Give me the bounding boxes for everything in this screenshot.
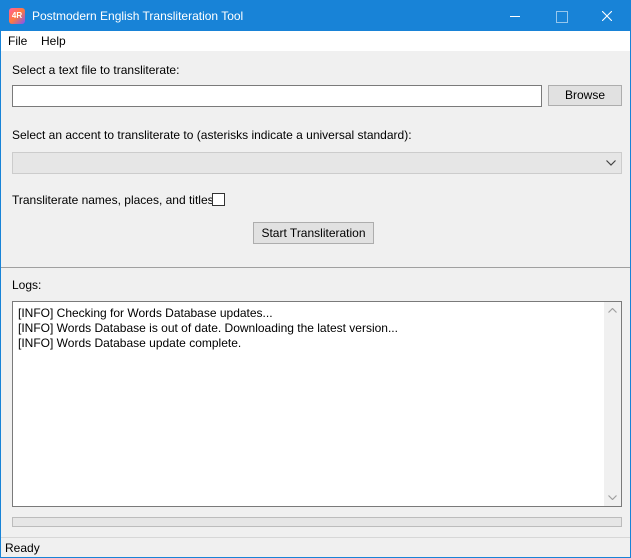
- maximize-button[interactable]: [538, 1, 584, 31]
- logs-textarea[interactable]: [INFO] Checking for Words Database updat…: [12, 301, 622, 507]
- logs-label: Logs:: [12, 278, 42, 292]
- window-title: Postmodern English Transliteration Tool: [32, 9, 244, 23]
- chevron-down-icon: [606, 160, 616, 166]
- section-divider: [1, 267, 630, 268]
- names-checkbox[interactable]: [212, 193, 225, 206]
- app-logo-icon: 4R: [9, 8, 25, 24]
- logs-scrollbar[interactable]: [604, 302, 621, 506]
- menu-bar: File Help: [1, 31, 630, 51]
- menu-file[interactable]: File: [8, 34, 27, 48]
- start-transliteration-button[interactable]: Start Transliteration: [253, 222, 374, 244]
- close-icon: [602, 11, 612, 21]
- scroll-down-arrow-icon[interactable]: [608, 495, 617, 500]
- title-bar[interactable]: 4R Postmodern English Transliteration To…: [1, 1, 630, 31]
- log-line: [INFO] Words Database is out of date. Do…: [18, 321, 398, 335]
- log-line: [INFO] Checking for Words Database updat…: [18, 306, 273, 320]
- file-label: Select a text file to transliterate:: [12, 63, 180, 77]
- menu-help[interactable]: Help: [41, 34, 66, 48]
- log-lines: [INFO] Checking for Words Database updat…: [18, 306, 603, 351]
- status-text: Ready: [5, 541, 40, 555]
- accent-dropdown[interactable]: [12, 152, 622, 174]
- close-button[interactable]: [584, 1, 630, 31]
- app-window: 4R Postmodern English Transliteration To…: [0, 0, 631, 558]
- names-label: Transliterate names, places, and titles:: [12, 193, 217, 207]
- minimize-button[interactable]: [492, 1, 538, 31]
- progress-bar: [12, 517, 622, 527]
- file-path-input[interactable]: [12, 85, 542, 107]
- main-panel: Select a text file to transliterate: Bro…: [1, 51, 630, 537]
- accent-label: Select an accent to transliterate to (as…: [12, 128, 412, 142]
- scroll-up-arrow-icon[interactable]: [608, 308, 617, 313]
- log-line: [INFO] Words Database update complete.: [18, 336, 242, 350]
- browse-button[interactable]: Browse: [548, 85, 622, 106]
- status-bar: Ready: [1, 537, 630, 557]
